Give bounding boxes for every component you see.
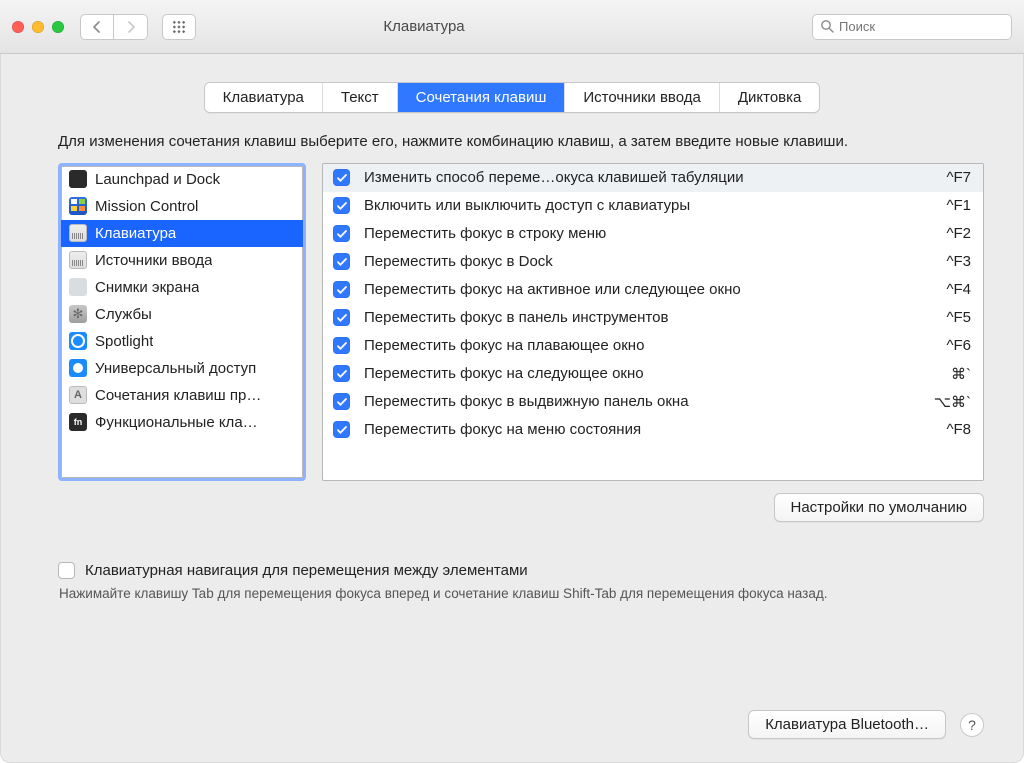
shortcut-checkbox[interactable] bbox=[333, 365, 350, 382]
shortcut-row[interactable]: Переместить фокус на плавающее окно ^F6 bbox=[323, 332, 983, 360]
kb-icon bbox=[69, 251, 87, 269]
appshort-icon bbox=[69, 386, 87, 404]
search-input[interactable] bbox=[812, 14, 1012, 40]
category-row[interactable]: Mission Control bbox=[61, 193, 303, 220]
shortcut-checkbox[interactable] bbox=[333, 169, 350, 186]
category-label: Универсальный доступ bbox=[95, 360, 256, 377]
tabbar: КлавиатураТекстСочетания клавишИсточники… bbox=[0, 54, 1024, 127]
category-row[interactable]: Launchpad и Dock bbox=[61, 166, 303, 193]
category-label: Сочетания клавиш пр… bbox=[95, 387, 261, 404]
category-label: Spotlight bbox=[95, 333, 153, 350]
minimize-icon[interactable] bbox=[32, 21, 44, 33]
shortcut-row[interactable]: Переместить фокус в строку меню ^F2 bbox=[323, 220, 983, 248]
category-label: Mission Control bbox=[95, 198, 198, 215]
category-row[interactable]: Функциональные кла… bbox=[61, 409, 303, 436]
shortcut-row[interactable]: Переместить фокус в Dock ^F3 bbox=[323, 248, 983, 276]
shortcut-checkbox[interactable] bbox=[333, 197, 350, 214]
help-button[interactable]: ? bbox=[960, 713, 984, 737]
tab-1[interactable]: Текст bbox=[323, 83, 398, 112]
category-row[interactable]: Сочетания клавиш пр… bbox=[61, 382, 303, 409]
shortcut-checkbox[interactable] bbox=[333, 281, 350, 298]
search-icon bbox=[820, 19, 834, 36]
close-icon[interactable] bbox=[12, 21, 24, 33]
shortcut-checkbox[interactable] bbox=[333, 421, 350, 438]
shortcut-key[interactable]: ^F5 bbox=[946, 309, 971, 326]
shortcut-label: Переместить фокус на плавающее окно bbox=[364, 337, 932, 354]
keyboard-nav-label: Клавиатурная навигация для перемещения м… bbox=[85, 562, 528, 579]
restore-defaults-button[interactable]: Настройки по умолчанию bbox=[774, 493, 985, 522]
panes: Launchpad и Dock Mission Control Клавиатур… bbox=[58, 163, 984, 481]
shortcut-key[interactable]: ^F8 bbox=[946, 421, 971, 438]
category-list[interactable]: Launchpad и Dock Mission Control Клавиатур… bbox=[58, 163, 306, 481]
tab-4[interactable]: Диктовка bbox=[720, 83, 820, 112]
category-label: Источники ввода bbox=[95, 252, 212, 269]
shortcut-label: Изменить способ переме…окуса клавишей та… bbox=[364, 169, 932, 186]
shortcut-row[interactable]: Переместить фокус в панель инструментов ^… bbox=[323, 304, 983, 332]
defaults-row: Настройки по умолчанию bbox=[58, 481, 984, 542]
shortcut-key[interactable]: ^F6 bbox=[946, 337, 971, 354]
category-row[interactable]: Службы bbox=[61, 301, 303, 328]
category-label: Launchpad и Dock bbox=[95, 171, 220, 188]
access-icon bbox=[69, 359, 87, 377]
shortcut-checkbox[interactable] bbox=[333, 337, 350, 354]
shortcut-checkbox[interactable] bbox=[333, 309, 350, 326]
shortcut-row[interactable]: Переместить фокус на активное или следую… bbox=[323, 276, 983, 304]
shortcut-label: Переместить фокус в панель инструментов bbox=[364, 309, 932, 326]
shortcut-label: Переместить фокус на активное или следую… bbox=[364, 281, 932, 298]
category-row[interactable]: Снимки экрана bbox=[61, 274, 303, 301]
shortcut-checkbox[interactable] bbox=[333, 393, 350, 410]
shortcut-key[interactable]: ^F2 bbox=[946, 225, 971, 242]
shortcut-row[interactable]: Изменить способ переме…окуса клавишей та… bbox=[323, 164, 983, 192]
shortcut-key[interactable]: ^F3 bbox=[946, 253, 971, 270]
content-area: Для изменения сочетания клавиш выберите … bbox=[0, 127, 1024, 710]
shortcut-key[interactable]: ^F4 bbox=[946, 281, 971, 298]
shortcut-label: Переместить фокус в Dock bbox=[364, 253, 932, 270]
keyboard-nav-row: Клавиатурная навигация для перемещения м… bbox=[58, 562, 984, 579]
shortcut-row[interactable]: Переместить фокус в выдвижную панель окн… bbox=[323, 388, 983, 416]
shortcut-key[interactable]: ⌘` bbox=[951, 365, 971, 383]
keyboard-nav-checkbox[interactable] bbox=[58, 562, 75, 579]
category-label: Функциональные кла… bbox=[95, 414, 258, 431]
shortcut-list[interactable]: Изменить способ переме…окуса клавишей та… bbox=[322, 163, 984, 481]
launch-icon bbox=[69, 170, 87, 188]
tab-0[interactable]: Клавиатура bbox=[205, 83, 323, 112]
shortcut-key[interactable]: ⌥⌘` bbox=[934, 393, 971, 411]
kb-icon bbox=[69, 224, 87, 242]
tab-2[interactable]: Сочетания клавиш bbox=[398, 83, 566, 112]
shortcut-row[interactable]: Включить или выключить доступ с клавиату… bbox=[323, 192, 983, 220]
screenshot-icon bbox=[69, 278, 87, 296]
shortcut-label: Переместить фокус в строку меню bbox=[364, 225, 932, 242]
shortcut-row[interactable]: Переместить фокус на меню состояния ^F8 bbox=[323, 416, 983, 444]
category-label: Снимки экрана bbox=[95, 279, 199, 296]
shortcut-label: Включить или выключить доступ с клавиату… bbox=[364, 197, 932, 214]
shortcut-label: Переместить фокус на следующее окно bbox=[364, 365, 937, 382]
shortcut-key[interactable]: ^F7 bbox=[946, 169, 971, 186]
category-row[interactable]: Spotlight bbox=[61, 328, 303, 355]
category-row[interactable]: Клавиатура bbox=[61, 220, 303, 247]
shortcut-key[interactable]: ^F1 bbox=[946, 197, 971, 214]
preferences-window: Клавиатура КлавиатураТекстСочетания клав… bbox=[0, 0, 1024, 763]
shortcut-row[interactable]: Переместить фокус на следующее окно ⌘` bbox=[323, 360, 983, 388]
description-text: Для изменения сочетания клавиш выберите … bbox=[58, 131, 938, 153]
mc-icon bbox=[69, 197, 87, 215]
services-icon bbox=[69, 305, 87, 323]
search-field-wrap bbox=[812, 14, 1012, 40]
category-row[interactable]: Универсальный доступ bbox=[61, 355, 303, 382]
tab-3[interactable]: Источники ввода bbox=[565, 83, 719, 112]
bluetooth-keyboard-button[interactable]: Клавиатура Bluetooth… bbox=[748, 710, 946, 739]
titlebar: Клавиатура bbox=[0, 0, 1024, 54]
category-row[interactable]: Источники ввода bbox=[61, 247, 303, 274]
shortcut-checkbox[interactable] bbox=[333, 225, 350, 242]
footer: Клавиатура Bluetooth… ? bbox=[0, 710, 1024, 763]
category-label: Клавиатура bbox=[95, 225, 176, 242]
shortcut-checkbox[interactable] bbox=[333, 253, 350, 270]
window-title: Клавиатура bbox=[46, 18, 802, 35]
fn-icon bbox=[69, 413, 87, 431]
category-label: Службы bbox=[95, 306, 152, 323]
shortcut-label: Переместить фокус в выдвижную панель окн… bbox=[364, 393, 920, 410]
shortcut-label: Переместить фокус на меню состояния bbox=[364, 421, 932, 438]
spotlight-icon bbox=[69, 332, 87, 350]
keyboard-nav-note: Нажимайте клавишу Tab для перемещения фо… bbox=[58, 585, 984, 604]
